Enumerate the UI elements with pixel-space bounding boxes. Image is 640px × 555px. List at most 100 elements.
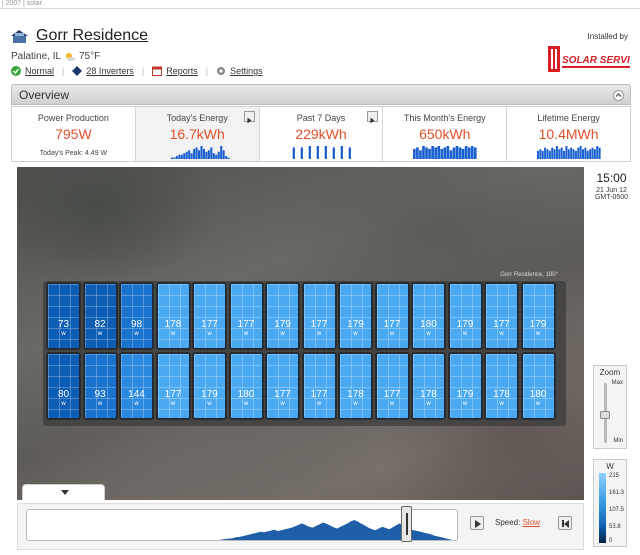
solar-panel[interactable]: 178 w [156,283,190,349]
tile-value: 10.4MWh [538,126,599,142]
panel-power-value: 177 [310,389,328,400]
sparkline-bar [183,153,186,159]
panel-power-value: 144 [128,389,145,400]
timeline-track[interactable] [26,509,458,541]
partly-sunny-icon [66,53,75,61]
side-panel: 15:00 21 Jun 12 GMT-0500 Zoom Max Min W … [590,167,633,550]
sparkline-bar [192,148,195,159]
solar-panel[interactable]: 178 w [412,353,445,419]
solar-panel[interactable]: 177 w [375,353,409,419]
installer-logo[interactable]: SOLAR SERVICE [548,46,630,72]
sparkline-bar [446,146,450,159]
play-icon[interactable] [367,111,379,124]
sparkline-bar [422,146,426,159]
tile-todays-energy[interactable]: Today's Energy 16.7kWh [135,107,260,161]
rewind-icon-arrow [564,520,569,528]
status-link[interactable]: Normal [11,66,54,76]
panel-power-value: 80 [57,389,70,400]
timeline-play-button[interactable] [470,516,484,530]
reports-link[interactable]: Reports [152,66,198,76]
sparkline-bar [425,147,429,159]
overview-header[interactable]: Overview [11,84,631,105]
sparkline-bar [563,150,566,159]
sparkline-bar [594,149,597,159]
tile-label: Today's Energy [166,113,228,123]
panel-power-unit: w [353,401,358,407]
sparkline-bar [222,150,225,159]
settings-link[interactable]: Settings [216,66,263,76]
sparkline-bar [195,147,198,159]
site-title[interactable]: Gorr Residence [36,27,148,45]
sparkline-bar [340,146,343,159]
inverters-link[interactable]: 28 Inverters [72,66,134,76]
solar-panel[interactable]: 179 w [521,283,555,349]
solar-panel[interactable]: 93 w [83,353,117,419]
solar-panel[interactable]: 177 w [375,283,409,349]
sparkline-bar [551,147,554,159]
panel-power-value: 177 [383,319,401,330]
solar-panel[interactable]: 98 w [120,283,153,349]
sparkline-bar [217,151,220,159]
installer-logo-text: SOLAR SERVICE [562,55,630,66]
solar-panel[interactable]: 179 w [448,353,482,419]
solar-panel[interactable]: 177 w [302,283,336,349]
solar-panel[interactable]: 82 w [83,283,117,349]
tile-past-7-days[interactable]: Past 7 Days 229kWh [259,107,384,161]
sparkline-bar [212,153,215,159]
sparkline-bar [210,147,213,159]
solar-panel[interactable]: 177 w [193,283,226,349]
solar-panel[interactable]: 80 w [47,353,80,419]
solar-panel[interactable]: 178 w [339,353,372,419]
play-icon[interactable] [243,111,255,124]
solar-panel[interactable]: 177 w [229,283,263,349]
sparkline-bar [205,151,208,159]
speed-value[interactable]: Slow [523,518,540,527]
timeline-bar: Speed: Slow [17,503,584,550]
tile-value: 229kWh [295,126,347,142]
tile-label: Lifetime Energy [537,113,600,123]
sparkline-bar [416,147,420,159]
sparkline-bar [575,150,578,159]
collapse-icon[interactable] [613,90,624,101]
solar-panel[interactable]: 179 w [266,283,299,349]
legend-tick: 107.5 [609,507,625,513]
panel-power-unit: w [535,401,541,407]
panel-power-value: 178 [347,389,364,400]
panel-power-unit: w [243,331,249,337]
legend-title: W [606,462,614,471]
timeline-rewind-button[interactable] [558,516,572,530]
panel-power-unit: w [207,401,212,407]
panel-power-unit: w [280,401,285,407]
solar-panel[interactable]: 180 w [521,353,555,419]
tile-power-production[interactable]: Power Production 795W Today's Peak: 4.49… [12,107,136,161]
zoom-slider-handle[interactable] [600,411,610,419]
solar-panel[interactable]: 177 w [302,353,336,419]
sparkline-bar [465,146,468,159]
solar-panel[interactable]: 177 w [485,283,518,349]
solar-panel[interactable]: 180 w [229,353,263,419]
panel-power-unit: w [462,401,468,407]
solar-panel[interactable]: 177 w [156,353,190,419]
solar-panel[interactable]: 180 w [412,283,445,349]
array-map[interactable]: Gorr Residence, 180° 73 w 82 w 98 w 178 w 177 w 17… [17,167,584,500]
timeline-scrubber-handle[interactable] [401,506,413,542]
solar-panel[interactable]: 178 w [485,353,518,419]
house-label: Gorr Residence, 180° [500,272,558,278]
panel-power-value: 177 [164,389,182,400]
sparkline-bar [197,150,200,159]
legend-tick: 215 [609,473,620,479]
solar-panel[interactable]: 73 w [47,283,80,349]
solar-panel[interactable]: 177 w [266,353,299,419]
inverter-icon [72,66,83,76]
solar-panel[interactable]: 144 w [120,353,153,419]
solar-panel[interactable]: 179 w [448,283,482,349]
installed-by-label: Installed by [587,32,628,41]
tile-this-months-energy[interactable]: This Month's Energy 650kWh [383,107,508,161]
overview-title: Overview [19,88,70,102]
tile-lifetime-energy[interactable]: Lifetime Energy 10.4MWh [507,107,630,161]
solar-panel[interactable]: 179 w [193,353,226,419]
gear-icon [217,67,226,75]
sparkline-bar [170,157,173,159]
map-drawer-toggle[interactable] [22,484,105,500]
solar-panel[interactable]: 179 w [339,283,372,349]
